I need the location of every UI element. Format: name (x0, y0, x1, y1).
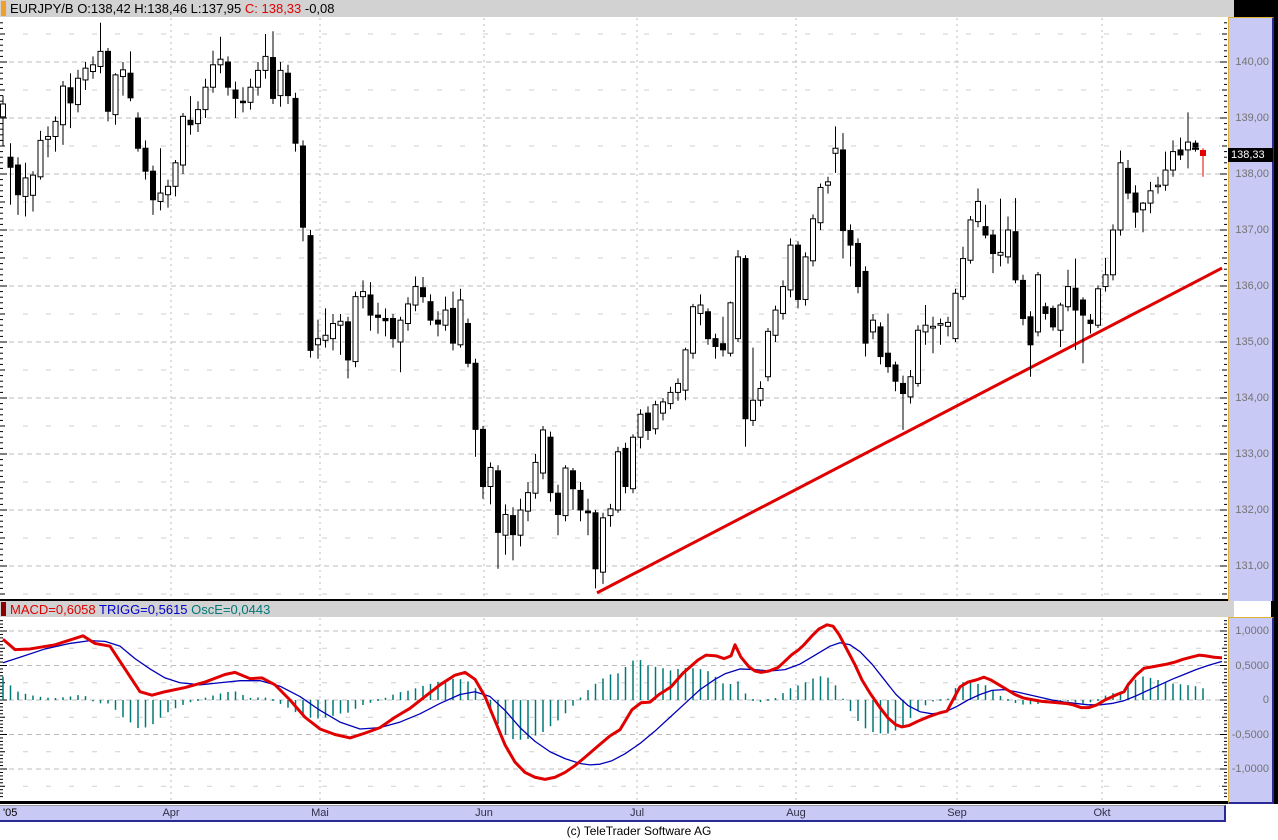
teletrader-chart-window: EURJPY/B O:138,42 H:138,46 L:137,95 C: 1… (0, 0, 1278, 840)
chart-canvas[interactable] (0, 0, 1278, 840)
